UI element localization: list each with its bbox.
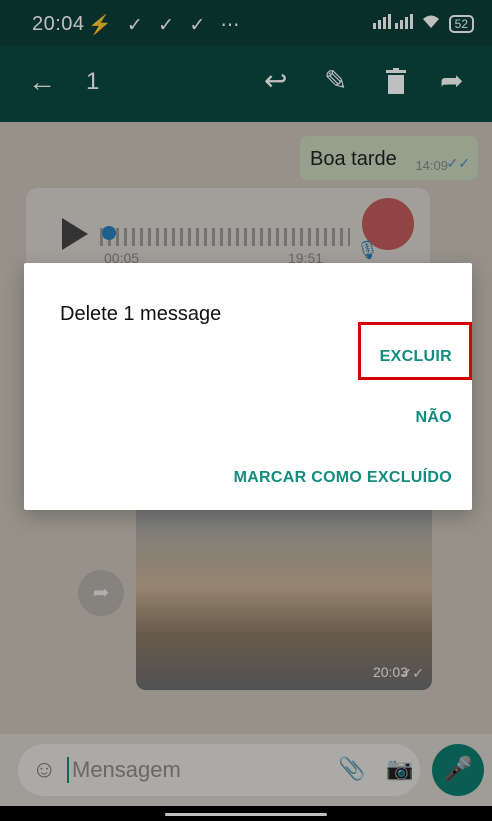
delete-dialog: Delete 1 message EXCLUIR NÃO MARCAR COMO… <box>24 263 472 510</box>
dialog-message: Delete 1 message <box>60 303 222 325</box>
highlight-box <box>358 322 472 380</box>
mark-as-deleted-button[interactable]: MARCAR COMO EXCLUÍDO <box>234 469 452 487</box>
cancel-button[interactable]: NÃO <box>416 409 452 427</box>
whatsapp-screen: 20:04 ⚡ ✓ ✓ ✓ ⋯ 52 ← 1 ↩ ✎ ➦ Boa tarde 1… <box>0 0 492 821</box>
